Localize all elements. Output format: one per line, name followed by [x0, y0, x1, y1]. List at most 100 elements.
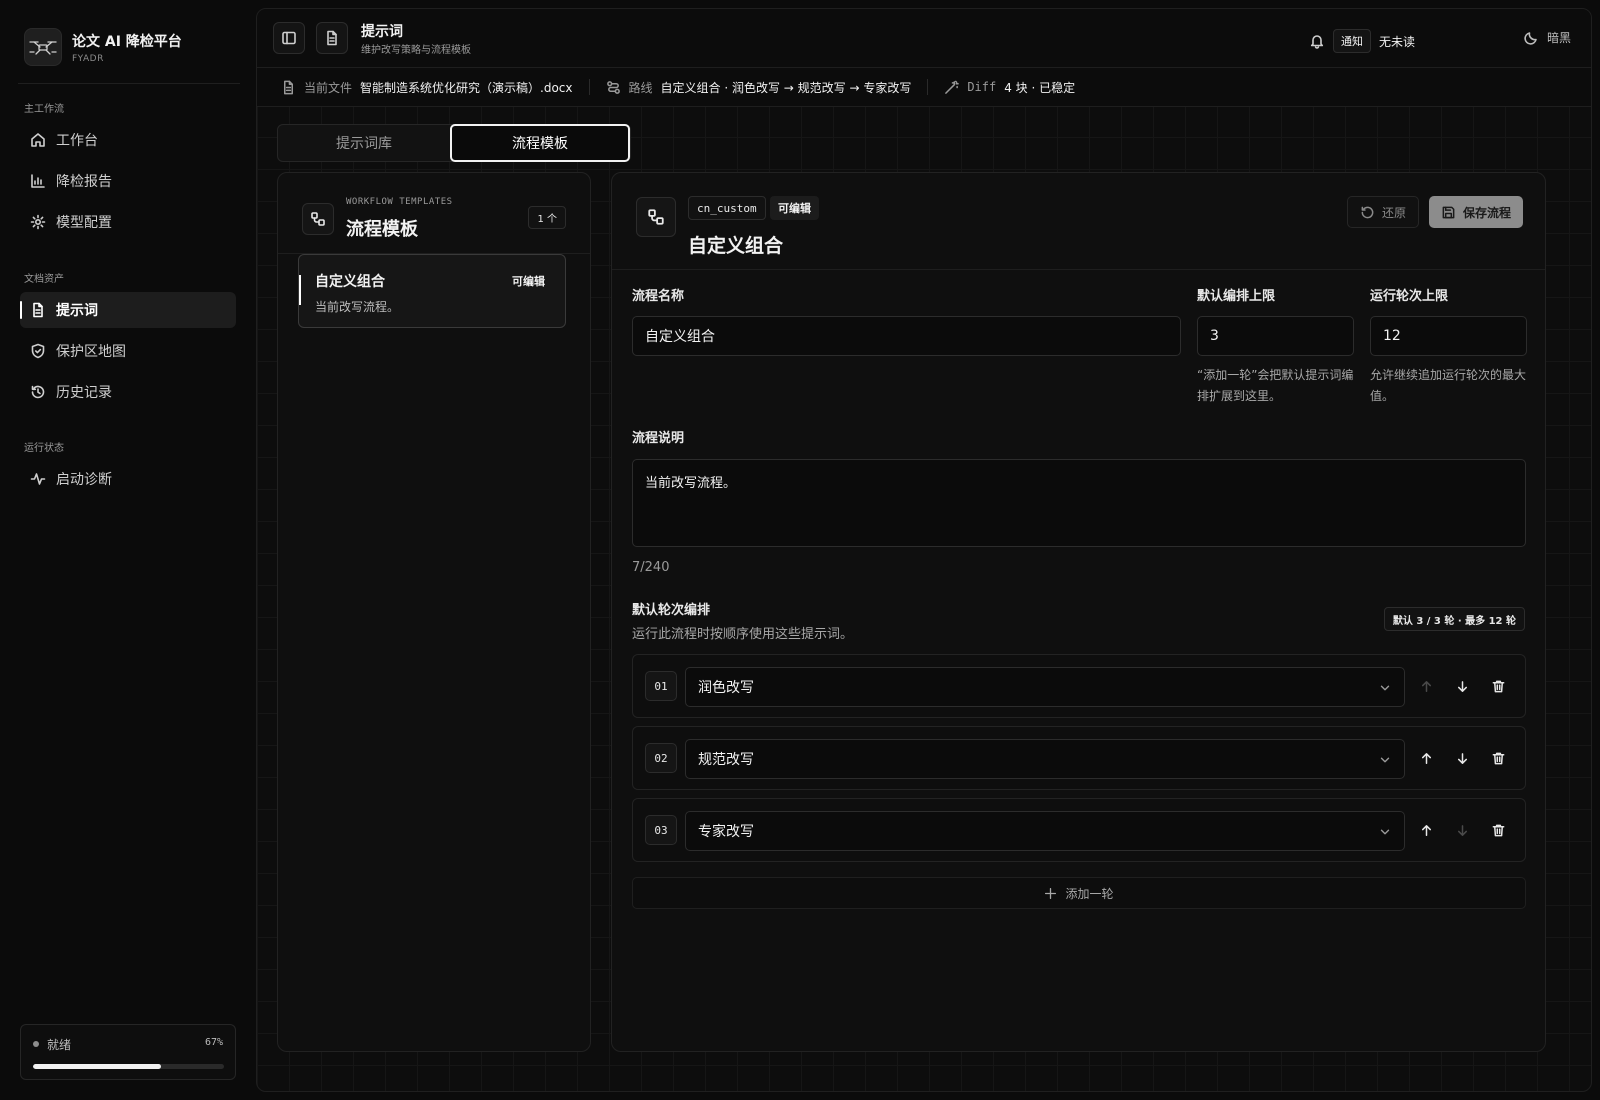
home-icon: [30, 132, 46, 148]
round-row: 01 润色改写: [632, 654, 1526, 718]
move-up-button[interactable]: [1415, 819, 1437, 841]
move-down-button[interactable]: [1451, 819, 1473, 841]
workflow-editor: cn_custom 可编辑 自定义组合 还原 保存流程 流程名称 自定义组合 默…: [611, 172, 1546, 1052]
move-down-button[interactable]: [1451, 747, 1473, 769]
move-up-button[interactable]: [1415, 747, 1437, 769]
bell-icon: [1309, 33, 1325, 49]
sidebar-toggle-icon: [281, 30, 297, 46]
toggle-sidebar-button[interactable]: [273, 22, 305, 54]
trash-icon: [1491, 751, 1506, 766]
magic-wand-icon: [944, 80, 960, 95]
template-badge: 可编辑: [512, 275, 545, 288]
sidebar-item-label: 工作台: [56, 133, 98, 149]
sidebar-item-report[interactable]: 降检报告: [20, 163, 236, 199]
document-icon: [30, 302, 46, 318]
context-file-value: 智能制造系统优化研究（演示稿）.docx: [360, 80, 573, 95]
plus-icon: [1044, 887, 1057, 900]
run-limit-help: 允许继续追加运行轮次的最大值。: [1370, 368, 1527, 403]
move-down-button[interactable]: [1451, 675, 1473, 697]
file-icon: [281, 80, 296, 95]
round-number: 03: [645, 815, 677, 845]
round-row: 02 规范改写: [632, 726, 1526, 790]
theme-toggle[interactable]: 暗黑: [1523, 29, 1571, 46]
sidebar-item-protected-map[interactable]: 保护区地图: [20, 333, 236, 369]
default-limit-label: 默认编排上限: [1197, 289, 1276, 304]
page-title: 提示词: [361, 24, 403, 40]
arrow-down-icon: [1455, 823, 1470, 838]
moon-icon: [1523, 30, 1539, 46]
status-progress-fill: [33, 1064, 161, 1069]
delete-round-button[interactable]: [1487, 819, 1509, 841]
delete-round-button[interactable]: [1487, 675, 1509, 697]
status-progress-bar: [33, 1064, 224, 1069]
tab-prompt-library[interactable]: 提示词库: [278, 125, 450, 161]
sidebar-item-label: 保护区地图: [56, 344, 126, 360]
sidebar-group-label: 主工作流: [24, 104, 64, 115]
arrow-down-icon: [1455, 679, 1470, 694]
brand-title: 论文 AI 降检平台: [72, 33, 182, 50]
context-file-label: 当前文件: [304, 80, 353, 95]
brand-subtitle: FYADR: [72, 53, 104, 64]
chevron-down-icon: [1378, 753, 1392, 767]
sidebar-item-label: 历史记录: [56, 385, 112, 401]
run-limit-input[interactable]: 12: [1370, 316, 1527, 356]
context-diff-label: Diff: [967, 80, 997, 94]
main-area: 提示词 维护改写策略与流程模板 通知 无未读 暗黑 当前文件 智能制造系统优化研…: [256, 8, 1592, 1092]
workflow-icon: [302, 203, 334, 235]
context-divider: [588, 79, 590, 95]
save-icon: [1441, 205, 1456, 220]
template-item[interactable]: 自定义组合 当前改写流程。 可编辑: [298, 254, 566, 328]
gear-icon: [30, 214, 46, 230]
sidebar-item-prompts[interactable]: 提示词: [20, 292, 236, 328]
desc-char-counter: 7/240: [632, 560, 670, 575]
workflow-id-chip: cn_custom: [688, 196, 766, 220]
delete-round-button[interactable]: [1487, 747, 1509, 769]
restore-button[interactable]: 还原: [1346, 196, 1419, 228]
history-icon: [30, 384, 46, 400]
topbar: 提示词 维护改写策略与流程模板 通知 无未读 暗黑: [257, 9, 1591, 67]
workflow-icon: [636, 197, 676, 237]
add-round-label: 添加一轮: [1065, 886, 1114, 901]
sidebar-group-label: 运行状态: [24, 443, 64, 454]
context-route-label: 路线: [628, 80, 653, 95]
template-name: 自定义组合: [315, 274, 385, 290]
rounds-summary-badge: 默认 3 / 3 轮 · 最多 12 轮: [1383, 607, 1525, 631]
sidebar-item-label: 启动诊断: [56, 472, 112, 488]
sidebar-item-diagnostics[interactable]: 启动诊断: [20, 461, 236, 497]
move-up-button[interactable]: [1415, 675, 1437, 697]
status-card: 就绪 67%: [20, 1024, 236, 1080]
save-workflow-button[interactable]: 保存流程: [1428, 196, 1523, 228]
sidebar-item-label: 降检报告: [56, 174, 112, 190]
undo-icon: [1360, 205, 1375, 220]
add-round-button[interactable]: 添加一轮: [632, 877, 1526, 909]
notification-pill[interactable]: 通知: [1332, 29, 1371, 53]
sidebar: 论文 AI 降检平台 FYADR 主工作流 工作台 降检报告 模型配置 文档资产…: [0, 0, 256, 1100]
round-prompt-select[interactable]: 规范改写: [685, 739, 1405, 779]
drone-logo-icon: [24, 28, 62, 66]
templates-panel: WORKFLOW TEMPLATES 流程模板 1 个 自定义组合 当前改写流程…: [277, 172, 591, 1052]
default-limit-help: “添加一轮”会把默认提示词编排扩展到这里。: [1197, 368, 1354, 403]
activity-icon: [30, 471, 46, 487]
round-prompt-select[interactable]: 润色改写: [685, 667, 1405, 707]
round-prompt-select[interactable]: 专家改写: [685, 811, 1405, 851]
notifications[interactable]: 通知 无未读: [1309, 29, 1415, 53]
round-prompt-value: 专家改写: [698, 824, 754, 840]
workflow-name-input[interactable]: 自定义组合: [632, 316, 1181, 356]
sidebar-item-workbench[interactable]: 工作台: [20, 122, 236, 158]
template-desc: 当前改写流程。: [315, 300, 400, 314]
round-number: 02: [645, 743, 677, 773]
context-bar: 当前文件 智能制造系统优化研究（演示稿）.docx 路线 自定义组合 · 润色改…: [257, 67, 1591, 107]
sidebar-item-model-config[interactable]: 模型配置: [20, 204, 236, 240]
brand[interactable]: 论文 AI 降检平台 FYADR: [24, 28, 182, 66]
status-dot: [33, 1041, 39, 1047]
tab-bar: 提示词库 流程模板: [277, 124, 631, 162]
arrow-up-icon: [1419, 679, 1434, 694]
tab-workflow-templates[interactable]: 流程模板: [450, 124, 630, 162]
status-percent: 67%: [204, 1037, 223, 1048]
sidebar-item-history[interactable]: 历史记录: [20, 374, 236, 410]
workflow-desc-textarea[interactable]: 当前改写流程。: [632, 459, 1526, 547]
default-limit-input[interactable]: 3: [1197, 316, 1354, 356]
notification-status: 无未读: [1378, 34, 1415, 49]
arrow-up-icon: [1419, 823, 1434, 838]
theme-label: 暗黑: [1546, 31, 1571, 45]
